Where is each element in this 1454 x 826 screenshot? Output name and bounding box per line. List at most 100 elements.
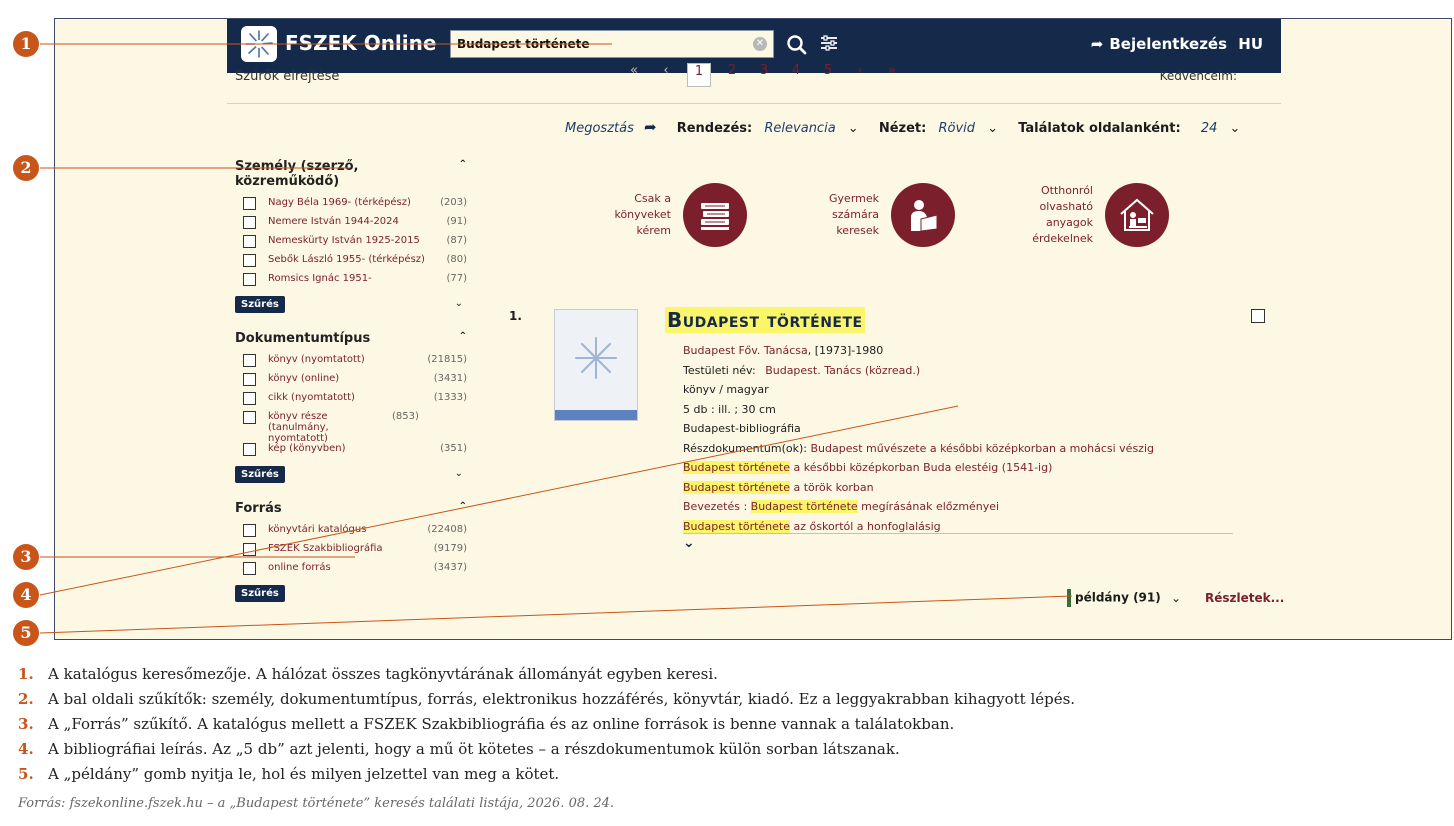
details-link[interactable]: Részletek... [1205, 591, 1284, 605]
page-link[interactable]: 1 [687, 63, 711, 87]
sort-select[interactable]: Rendezés: Relevancia ⌄ [677, 121, 859, 136]
facet-option[interactable]: kép (könyvben) (351) [235, 443, 467, 462]
tile-label: Csak a könyveket kérem [614, 192, 671, 237]
part-link[interactable]: Budapest művészete a későbbi középkorban… [810, 442, 1154, 455]
facet-option-count: (1333) [433, 392, 467, 403]
tile-books-only[interactable]: Csak a könyveket kérem [605, 183, 747, 247]
chevron-up-icon[interactable]: ⌃ [459, 501, 467, 516]
chevron-down-icon[interactable]: ⌄ [455, 468, 463, 479]
facet-option[interactable]: cikk (nyomtatott) (1333) [235, 392, 467, 411]
page-link[interactable]: 3 [753, 63, 775, 87]
filter-settings-icon[interactable] [819, 33, 839, 53]
checkbox[interactable] [243, 443, 256, 456]
caption-item: 5. A „példány” gomb nyitja le, hol és mil… [18, 762, 1075, 787]
filter-button[interactable]: Szűrés [235, 466, 285, 483]
checkbox[interactable] [243, 197, 256, 210]
facet-option-label: Romsics Ignác 1951- [268, 273, 372, 284]
chevron-up-icon[interactable]: ⌃ [459, 331, 467, 346]
parts-label: Részdokumentum(ok): [683, 441, 807, 455]
facet-option-label: Nemeskürty István 1925-2015 [268, 235, 420, 246]
favorites-link[interactable]: Kedvenceim: [1160, 69, 1237, 83]
chevron-down-icon: ⌄ [847, 121, 859, 136]
checkbox[interactable] [243, 392, 256, 405]
facet-option-label: Sebők László 1955- (térképész) [268, 254, 425, 265]
caption-number: 3. [18, 715, 34, 733]
checkbox[interactable] [243, 273, 256, 286]
facet-option[interactable]: Nemeskürty István 1925-2015 (87) [235, 235, 467, 254]
copies-button[interactable]: példány (91) ⌄ [1067, 589, 1181, 607]
facet-option-count: (77) [446, 273, 467, 284]
last-page-icon[interactable]: » [881, 63, 903, 87]
page-link[interactable]: 5 [817, 63, 839, 87]
facet-option[interactable]: Nemere István 1944-2024 (91) [235, 216, 467, 235]
facet-sidebar: Személy (szerző, közreműködő) ⌃ Nagy Bél… [235, 159, 467, 620]
facet-option[interactable]: könyvtári katalógus (22408) [235, 524, 467, 543]
chevron-down-icon[interactable]: ⌄ [455, 298, 463, 309]
pager-row: Szűrők elrejtése « ‹ 1 2 3 4 5 › » Kedve… [227, 63, 1281, 104]
facet-option-count: (3431) [433, 373, 467, 384]
caption-text: A „példány” gomb nyitja le, hol és milye… [48, 765, 560, 783]
facet-header[interactable]: Személy (szerző, közreműködő) ⌃ [235, 159, 467, 189]
part-item[interactable]: Bevezetés : Budapest története megírásán… [683, 497, 1154, 517]
copies-label: példány (91) [1075, 590, 1161, 605]
select-checkbox[interactable] [1251, 309, 1265, 323]
facet-option[interactable]: könyv része (tanulmány, nyomtatott) (853) [235, 411, 467, 444]
logo-icon[interactable] [241, 26, 277, 62]
checkbox[interactable] [243, 354, 256, 367]
clear-icon[interactable]: ✕ [753, 37, 767, 51]
checkbox[interactable] [243, 216, 256, 229]
facet-option[interactable]: könyv (online) (3431) [235, 373, 467, 392]
tile-label: Gyermek számára keresek [829, 192, 879, 237]
facet-option[interactable]: könyv (nyomtatott) (21815) [235, 354, 467, 373]
facet-option[interactable]: Nagy Béla 1969- (térképész) (203) [235, 197, 467, 216]
app-title[interactable]: FSZEK Online [285, 31, 436, 55]
facet-option[interactable]: Romsics Ignác 1951- (77) [235, 273, 467, 292]
per-page-select[interactable]: Találatok oldalanként: 24 ⌄ [1018, 121, 1240, 136]
search-box: ✕ [450, 30, 774, 58]
part-item[interactable]: Budapest története a későbbi középkorban… [683, 458, 1154, 478]
facet-option-count: (203) [440, 197, 467, 208]
facet-option-label: Nagy Béla 1969- (térképész) [268, 197, 411, 208]
first-page-icon[interactable]: « [623, 63, 645, 87]
facet-header[interactable]: Dokumentumtípus ⌃ [235, 331, 467, 346]
chevron-down-icon[interactable]: ⌄ [683, 535, 695, 551]
checkbox[interactable] [243, 254, 256, 267]
filter-button[interactable]: Szűrés [235, 585, 285, 602]
publisher-link[interactable]: Budapest Főv. Tanácsa [683, 344, 808, 357]
caption-item: 2. A bal oldali szűkítők: személy, dokume… [18, 687, 1075, 712]
search-icon[interactable] [786, 34, 808, 56]
document-type: könyv / magyar [683, 383, 769, 396]
hide-filters-link[interactable]: Szűrők elrejtése [235, 69, 339, 84]
source-note: Forrás: fszekonline.fszek.hu – a „Budape… [18, 796, 615, 811]
checkbox[interactable] [243, 411, 256, 424]
view-select[interactable]: Nézet: Rövid ⌄ [879, 121, 998, 136]
facet-option[interactable]: Sebők László 1955- (térképész) (80) [235, 254, 467, 273]
filter-button[interactable]: Szűrés [235, 296, 285, 313]
prev-page-icon[interactable]: ‹ [655, 63, 677, 87]
login-button[interactable]: ➦ Bejelentkezés HU [1085, 35, 1263, 53]
facet-title: Dokumentumtípus [235, 331, 371, 346]
checkbox[interactable] [243, 373, 256, 386]
cover-thumbnail[interactable] [554, 309, 638, 421]
tile-children[interactable]: Gyermek számára keresek [819, 183, 955, 247]
share-button[interactable]: Megosztás ➦ [565, 118, 657, 136]
checkbox[interactable] [243, 235, 256, 248]
search-input[interactable] [451, 31, 753, 57]
next-page-icon[interactable]: › [849, 63, 871, 87]
part-item[interactable]: Budapest története a török korban [683, 478, 1154, 498]
result-title[interactable]: Budapest története [665, 307, 865, 333]
reading-child-icon [891, 183, 955, 247]
facet-option[interactable]: online forrás (3437) [235, 562, 467, 581]
page-link[interactable]: 2 [721, 63, 743, 87]
language-switch[interactable]: HU [1238, 35, 1263, 53]
facet-option[interactable]: FSZEK Szakbibliográfia (9179) [235, 543, 467, 562]
checkbox[interactable] [243, 524, 256, 537]
part-item: Részdokumentum(ok): Budapest művészete a… [683, 439, 1154, 459]
checkbox[interactable] [243, 562, 256, 575]
page-link[interactable]: 4 [785, 63, 807, 87]
facet-header[interactable]: Forrás ⌃ [235, 501, 467, 516]
chevron-up-icon[interactable]: ⌃ [459, 159, 467, 189]
tile-home-reading[interactable]: Otthonról olvasható anyagok érdekelnek [1031, 183, 1169, 247]
corporate-link[interactable]: Budapest. Tanács (közread.) [765, 364, 920, 377]
checkbox[interactable] [243, 543, 256, 556]
